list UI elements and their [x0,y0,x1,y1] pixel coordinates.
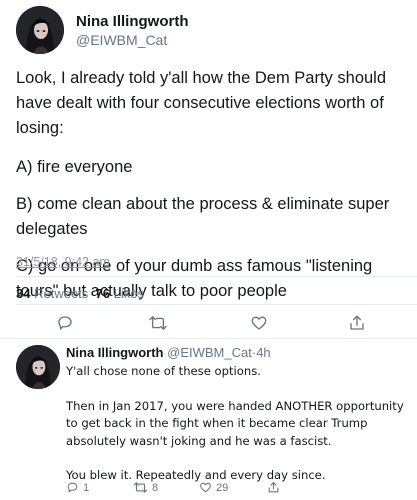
retweet-arrows-icon [133,482,148,493]
reply-button[interactable] [52,310,78,336]
retweets-label[interactable]: Retweets [34,286,88,301]
retweet-button[interactable] [145,310,171,336]
reply-header: Nina Illingworth @EIWBM_Cat·4h [66,345,411,361]
tweet-paragraph: Look, I already told y'all how the Dem P… [16,69,387,137]
avatar[interactable] [16,345,60,389]
reply-text: Y'all chose none of these options. Then … [66,363,411,485]
tweet-stats: 34 Retweets 76 Likes [16,286,144,301]
share-button[interactable] [344,310,370,336]
author-handle[interactable]: @EIWBM_Cat [76,31,189,49]
share-upload-icon [350,315,364,330]
retweets-count[interactable]: 34 [16,286,30,301]
share-upload-icon [268,482,279,493]
reply-age[interactable]: 4h [256,345,270,360]
avatar[interactable] [16,6,64,54]
likes-count[interactable]: 76 [96,286,110,301]
divider [0,338,417,339]
tweet-action-bar [0,310,417,336]
reply-paragraph: Y'all chose none of these options. [66,364,261,378]
like-button[interactable] [246,310,272,336]
heart-icon [251,316,267,330]
tweet-paragraph: A) fire everyone [16,158,133,176]
reply-action-bar: 1 8 29 [66,481,396,497]
divider [16,276,417,277]
reply-paragraph: Then in Jan 2017, you were handed ANOTHE… [66,398,404,448]
author-display-name[interactable]: Nina Illingworth [76,12,189,31]
tweet-timestamp[interactable]: 31/5/18, 9:42 am [16,255,110,269]
retweet-arrows-icon [149,316,167,330]
likes-label[interactable]: Likes [114,286,144,301]
reply-retweet-button[interactable]: 8 [133,481,158,494]
speech-bubble-icon [58,316,72,330]
reply-like-count: 29 [216,481,229,494]
reply-like-button[interactable]: 29 [199,481,228,494]
reply-share-button[interactable] [267,481,280,494]
tweet-header: Nina Illingworth @EIWBM_Cat [16,6,189,54]
reply-reply-button[interactable]: 1 [66,481,89,494]
heart-icon [200,482,211,493]
tweet-paragraph: B) come clean about the process & elimin… [16,195,390,238]
reply-retweet-count: 8 [152,481,159,494]
reply-handle[interactable]: @EIWBM_Cat [167,345,252,360]
reply-reply-count: 1 [83,481,90,494]
speech-bubble-icon [67,482,78,493]
reply-display-name[interactable]: Nina Illingworth [66,345,164,360]
divider [16,304,417,305]
tweet-text: Look, I already told y'all how the Dem P… [16,66,411,316]
